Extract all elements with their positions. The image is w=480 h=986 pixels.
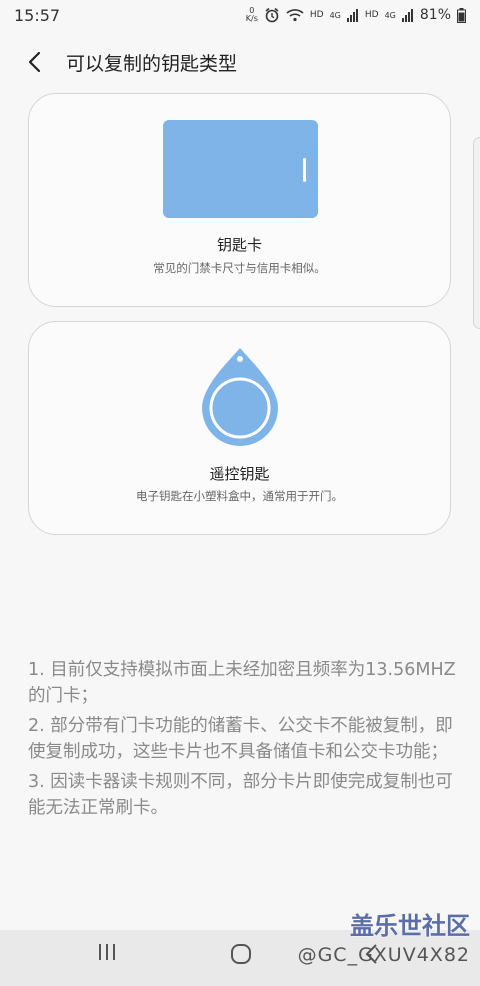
key-fob-option[interactable]: 遥控钥匙 电子钥匙在小塑料盒中，通常用于开门。	[28, 321, 451, 535]
key-card-desc: 常见的门禁卡尺寸与信用卡相似。	[153, 261, 326, 275]
home-icon	[231, 944, 251, 964]
watermark-user: @GC_GXUV4X82	[297, 944, 470, 966]
key-card-slot	[303, 158, 306, 182]
network-speed: 0 K/s	[245, 6, 258, 23]
key-fob-title: 遥控钥匙	[209, 465, 270, 483]
recents-button[interactable]	[96, 942, 118, 962]
lte-badge-2: 4G	[384, 10, 396, 20]
signal-icon-1	[346, 9, 358, 22]
lte-badge-1: 4G	[329, 10, 341, 20]
hd-badge-2: HD	[364, 10, 379, 20]
key-card-title: 钥匙卡	[216, 236, 262, 254]
notes-section: 1. 目前仅支持模拟市面上未经加密且频率为13.56MHZ的门卡； 2. 部分带…	[28, 657, 458, 825]
key-fob-desc: 电子钥匙在小塑料盒中，通常用于开门。	[136, 489, 343, 503]
signal-icon-2	[401, 9, 413, 22]
alarm-icon	[265, 7, 279, 23]
home-button[interactable]	[229, 942, 253, 966]
key-fob-icon	[202, 348, 278, 446]
status-icons: 0 K/s HD 4G HD 4G 81%	[246, 7, 466, 23]
note-item: 1. 目前仅支持模拟市面上未经加密且频率为13.56MHZ的门卡；	[28, 660, 456, 706]
battery-percent: 81%	[419, 7, 451, 23]
status-time: 15:57	[14, 5, 61, 25]
back-button[interactable]	[20, 48, 48, 76]
status-bar: 15:57 0 K/s HD 4G HD 4G 81%	[0, 0, 480, 30]
note-item: 3. 因读卡器读卡规则不同，部分卡片即使完成复制也可能无法正常刷卡。	[28, 772, 453, 818]
key-card-icon	[163, 120, 318, 218]
edge-panel-handle[interactable]	[473, 137, 480, 329]
recents-icon	[99, 944, 115, 960]
chevron-left-icon	[28, 51, 41, 73]
watermark-site: 盖乐世社区	[350, 912, 470, 940]
wifi-icon	[286, 9, 304, 22]
page-title: 可以复制的钥匙类型	[66, 52, 238, 75]
app-header: 可以复制的钥匙类型	[0, 40, 480, 84]
battery-icon	[457, 7, 466, 23]
note-item: 2. 部分带有门卡功能的储蓄卡、公交卡不能被复制，即使复制成功，这些卡片也不具备…	[28, 716, 453, 762]
key-card-option[interactable]: 钥匙卡 常见的门禁卡尺寸与信用卡相似。	[28, 93, 451, 307]
hd-badge-1: HD	[309, 10, 324, 20]
